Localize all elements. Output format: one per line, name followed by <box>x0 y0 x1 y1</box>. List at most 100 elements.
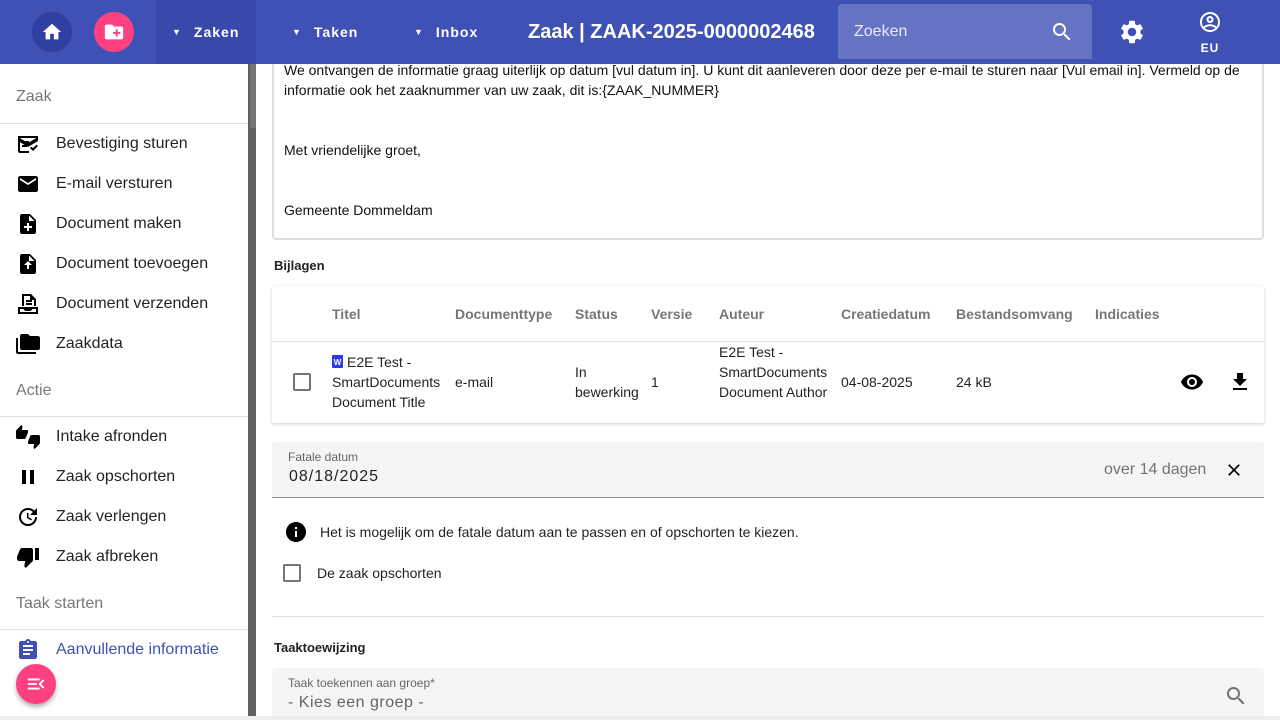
account-circle-icon <box>1200 12 1220 32</box>
dropdown-caret-icon: ▼ <box>292 27 302 37</box>
sidebar-item-document-maken[interactable]: Document maken <box>0 204 248 244</box>
word-document-icon: W <box>332 355 343 368</box>
download-icon[interactable] <box>1228 370 1252 394</box>
mail-icon <box>18 176 38 192</box>
sidebar-item-label: E-mail versturen <box>56 175 173 192</box>
dropdown-caret-icon: ▼ <box>172 27 182 37</box>
search-icon[interactable] <box>1224 684 1248 708</box>
column-header[interactable]: Titel <box>332 306 361 322</box>
suspend-checkbox[interactable] <box>283 564 301 582</box>
menu-inbox-label: Inbox <box>435 24 479 40</box>
search-icon[interactable] <box>1050 20 1074 44</box>
attachment-type: e-mail <box>455 374 494 390</box>
sidebar-item-intake-afronden[interactable]: Intake afronden <box>0 417 248 457</box>
search-input[interactable] <box>838 4 1038 59</box>
attachment-author: E2E Test - SmartDocuments Document Autho… <box>719 344 828 400</box>
sidebar-item-label: Aanvullende informatie <box>56 641 219 658</box>
column-header[interactable]: Versie <box>651 306 692 322</box>
eye-icon[interactable] <box>1180 370 1204 394</box>
attachment-created: 04-08-2025 <box>841 374 913 390</box>
column-header[interactable]: Indicaties <box>1095 306 1160 322</box>
folder-stack-icon <box>16 334 40 354</box>
thumb-down-icon <box>17 548 39 568</box>
attachment-status: In bewerking <box>575 364 639 400</box>
suspend-label: De zaak opschorten <box>317 565 442 581</box>
sidebar: Zaak Bevestiging sturen E-mail versturen… <box>0 64 248 720</box>
attachment-title-cell[interactable]: W E2E Test - SmartDocuments Document Titl… <box>332 352 452 412</box>
column-header[interactable]: Status <box>575 306 618 322</box>
gear-icon[interactable] <box>1118 18 1146 46</box>
sidebar-item-zaak-afbreken[interactable]: Zaak afbreken <box>0 537 248 577</box>
group-field-label: Taak toekennen aan groep* <box>288 676 435 690</box>
checklist-icon <box>18 136 38 153</box>
sidebar-item-label: Bevestiging sturen <box>56 135 188 152</box>
table-header: Titel Documenttype Status Versie Auteur … <box>272 286 1264 342</box>
column-header[interactable]: Bestandsomvang <box>956 306 1073 322</box>
email-body-editor[interactable]: We ontvangen de informatie graag uiterli… <box>272 64 1264 240</box>
user-initials: EU <box>1200 41 1220 55</box>
sidebar-item-bevestiging-sturen[interactable]: Bevestiging sturen <box>0 124 248 164</box>
main-content: We ontvangen de informatie graag uiterli… <box>256 64 1280 720</box>
sidebar-item-label: Zaak verlengen <box>56 508 167 525</box>
column-header[interactable]: Auteur <box>719 306 764 322</box>
menu-inbox[interactable]: ▼ Inbox <box>402 0 502 64</box>
sidebar-item-label: Intake afronden <box>56 428 168 445</box>
sidebar-item-label: Document maken <box>56 215 182 232</box>
global-search <box>838 4 1092 59</box>
email-paragraph: Met vriendelijke groet, <box>284 142 421 158</box>
page-title: Zaak | ZAAK-2025-0000002468 <box>528 21 815 43</box>
sidebar-item-document-toevoegen[interactable]: Document toevoegen <box>0 244 248 284</box>
info-icon <box>286 522 306 542</box>
home-icon <box>42 23 62 40</box>
home-button[interactable] <box>32 12 72 52</box>
taaktoewijzing-label: Taaktoewijzing <box>274 640 366 655</box>
sidebar-item-document-verzenden[interactable]: Document verzenden <box>0 284 248 324</box>
thumbs-up-down-icon <box>16 425 40 449</box>
update-icon <box>19 507 37 526</box>
fatale-datum-input[interactable]: 08/18/2025 <box>289 468 489 486</box>
attachment-size: 24 kB <box>956 374 992 390</box>
folder-add-icon <box>104 24 124 40</box>
column-header[interactable]: Creatiedatum <box>841 306 930 322</box>
sidebar-item-label: Document toevoegen <box>56 255 209 272</box>
close-icon[interactable] <box>1224 460 1244 480</box>
svg-text:W: W <box>334 358 342 367</box>
dropdown-caret-icon: ▼ <box>414 27 424 37</box>
sidebar-item-label: Zaak opschorten <box>56 468 176 485</box>
fatale-datum-field: Fatale datum 08/18/2025 over 14 dagen <box>272 442 1264 498</box>
group-select-field[interactable]: Taak toekennen aan groep* - Kies een gro… <box>272 668 1264 720</box>
row-select-checkbox[interactable] <box>293 373 311 391</box>
sidebar-item-zaak-verlengen[interactable]: Zaak verlengen <box>0 497 248 537</box>
divider <box>272 616 1264 617</box>
clipboard-icon <box>19 639 37 659</box>
sidebar-section-zaak: Zaak <box>0 64 248 124</box>
column-header[interactable]: Documenttype <box>455 306 552 322</box>
note-add-icon <box>20 214 36 234</box>
user-menu[interactable]: EU <box>1192 10 1228 55</box>
sidebar-resize-divider[interactable] <box>248 64 258 716</box>
sidebar-section-actie: Actie <box>0 364 248 417</box>
deadline-info: Het is mogelijk om de fatale datum aan t… <box>284 520 799 544</box>
info-text: Het is mogelijk om de fatale datum aan t… <box>320 524 799 540</box>
sidebar-item-zaakdata[interactable]: Zaakdata <box>0 324 248 364</box>
menu-zaken-label: Zaken <box>193 24 240 40</box>
sidebar-item-email-versturen[interactable]: E-mail versturen <box>0 164 248 204</box>
suspend-option: De zaak opschorten <box>283 564 442 582</box>
toggle-menu-button[interactable] <box>16 664 56 704</box>
create-zaak-button[interactable] <box>94 12 134 52</box>
upload-file-icon <box>20 254 36 274</box>
bottom-strip <box>0 716 1280 720</box>
sidebar-item-label: Zaakdata <box>56 335 123 352</box>
menu-zaken[interactable]: ▼ Zaken <box>156 0 256 64</box>
menu-taken[interactable]: ▼ Taken <box>280 0 380 64</box>
email-paragraph: Gemeente Dommeldam <box>284 202 433 218</box>
attachments-table: Titel Documenttype Status Versie Auteur … <box>272 286 1264 423</box>
menu-taken-label: Taken <box>313 24 359 40</box>
send-document-icon <box>18 294 38 314</box>
group-field-value: - Kies een groep - <box>288 694 425 711</box>
table-row: W E2E Test - SmartDocuments Document Titl… <box>272 342 1264 422</box>
sidebar-item-label: Zaak afbreken <box>56 548 159 565</box>
email-paragraph: We ontvangen de informatie graag uiterli… <box>284 64 1240 98</box>
fatale-datum-label: Fatale datum <box>288 450 359 464</box>
sidebar-item-zaak-opschorten[interactable]: Zaak opschorten <box>0 457 248 497</box>
